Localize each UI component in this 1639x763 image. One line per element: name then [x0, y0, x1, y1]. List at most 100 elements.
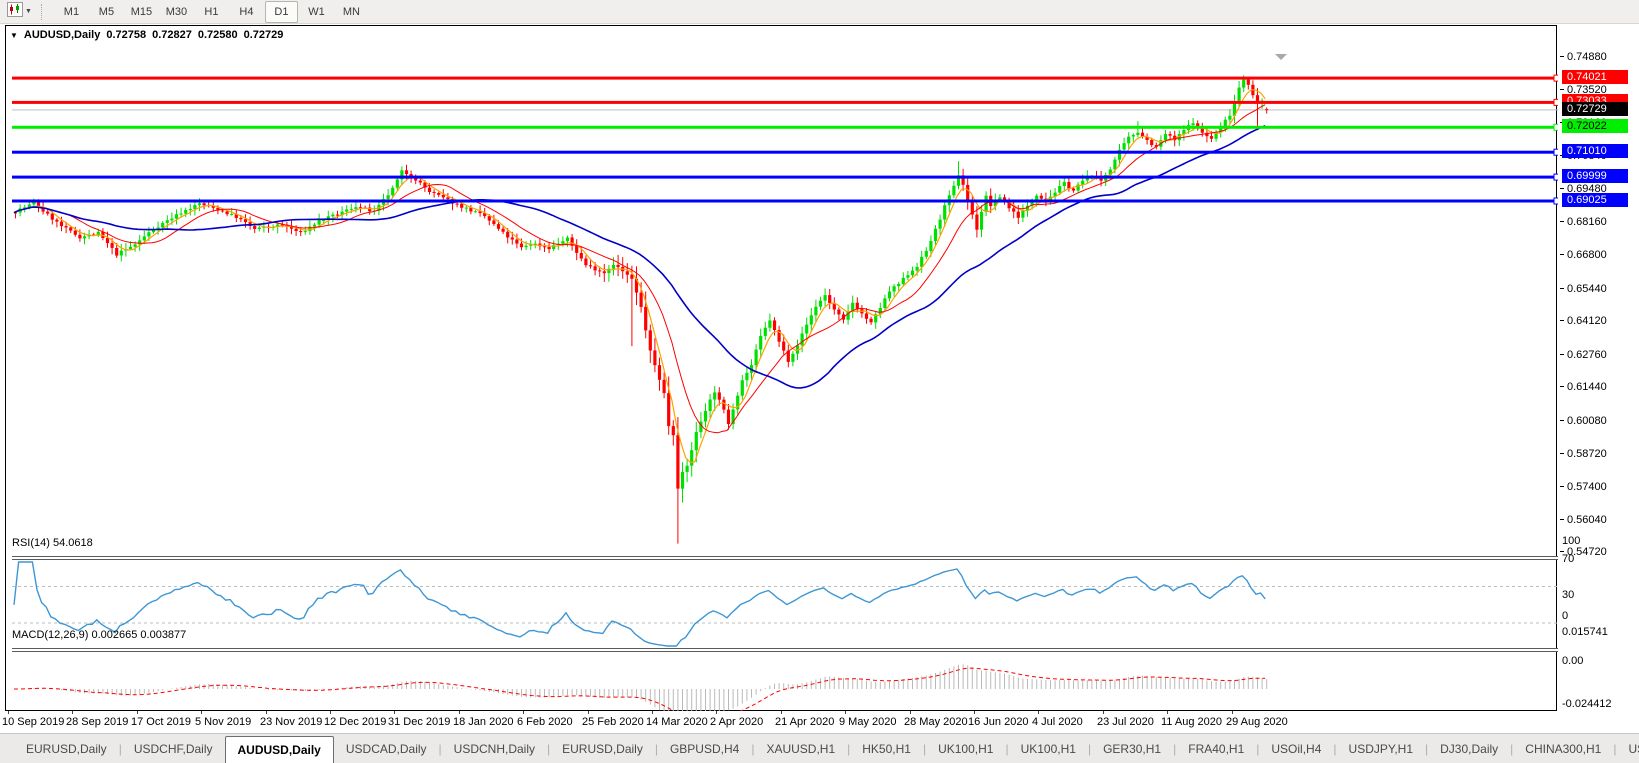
tab-gbpusd-h4[interactable]: GBPUSD,H4	[658, 734, 751, 763]
rsi-indicator-label: RSI(14) 54.0618	[12, 537, 93, 549]
timeframe-button-w1[interactable]: W1	[300, 1, 333, 23]
tab-hk50-h1[interactable]: HK50,H1	[850, 734, 923, 763]
tick-mark	[1560, 221, 1564, 222]
date-tick-mark	[974, 711, 975, 714]
rsi-scale-30: 30	[1562, 589, 1574, 602]
date-tick-mark	[1232, 711, 1233, 714]
tab-xauusd-h1[interactable]: XAUUSD,H1	[754, 734, 847, 763]
timeframe-button-m30[interactable]: M30	[160, 1, 193, 23]
tick-mark	[1560, 320, 1564, 321]
date-label-16-jun-2020: 16 Jun 2020	[968, 716, 1029, 728]
timeframe-button-m15[interactable]: M15	[125, 1, 158, 23]
tab-usdchf-daily[interactable]: USDCHF,Daily	[122, 734, 225, 763]
chevron-down-icon[interactable]: ▼	[25, 8, 32, 15]
level-badge-0.72022: 0.72022	[1562, 119, 1628, 133]
tab-eurusd-daily[interactable]: EURUSD,Daily	[550, 734, 655, 763]
timeframe-button-h1[interactable]: H1	[195, 1, 228, 23]
date-tick-mark	[266, 711, 267, 714]
ma-mid-line	[14, 105, 1265, 433]
tab-china300-h1[interactable]: CHINA300,H1	[1513, 734, 1613, 763]
chart-symbol-label: AUDUSD,Daily	[24, 29, 100, 41]
timeframe-button-d1[interactable]: D1	[265, 1, 298, 23]
tick-mark	[1560, 386, 1564, 387]
chart-menu-caret-icon[interactable]: ▼	[10, 31, 18, 40]
ohlc-high: 0.72827	[152, 29, 192, 41]
top-toolbar: ▼ M1M5M15M30H1H4D1W1MN	[0, 0, 1639, 24]
timeframe-button-m5[interactable]: M5	[90, 1, 123, 23]
tick-mark	[1560, 188, 1564, 189]
level-badge-0.71010: 0.71010	[1562, 144, 1628, 158]
date-label-5-nov-2019: 5 Nov 2019	[195, 716, 251, 728]
date-axis[interactable]: 10 Sep 201928 Sep 201917 Oct 2019 5 Nov 2…	[5, 711, 1557, 733]
price-pane[interactable]	[12, 52, 1563, 556]
date-tick-mark	[394, 711, 395, 714]
date-label-12-dec-2019: 12 Dec 2019	[324, 716, 386, 728]
current-price-line	[12, 109, 1563, 110]
tab-usdcad-daily[interactable]: USDCAD,Daily	[334, 734, 439, 763]
tab-usoil-h4[interactable]: USOil,H4	[1259, 734, 1333, 763]
date-label-10-sep-2019: 10 Sep 2019	[2, 716, 64, 728]
ohlc-low: 0.72580	[198, 29, 238, 41]
date-label-28-sep-2019: 28 Sep 2019	[66, 716, 128, 728]
date-label-4-jul-2020: 4 Jul 2020	[1032, 716, 1083, 728]
date-tick-mark	[652, 711, 653, 714]
price-tick-0.60080: 0.60080	[1560, 414, 1607, 427]
rsi-pane[interactable]	[12, 560, 1563, 648]
tab-usdcnh-daily[interactable]: USDCNH,Daily	[442, 734, 547, 763]
tab-ger30-h1[interactable]: GER30,H1	[1091, 734, 1173, 763]
rsi-scale-70: 70	[1562, 553, 1574, 566]
level-line-0.71010[interactable]	[12, 149, 1563, 155]
candles-group	[14, 75, 1268, 543]
macd-scale-0.015741: 0.015741	[1562, 626, 1608, 639]
ohlc-open: 0.72758	[106, 29, 146, 41]
date-tick-mark	[1103, 711, 1104, 714]
toolbar-grip[interactable]	[41, 4, 46, 20]
date-label-9-may-2020: 9 May 2020	[839, 716, 896, 728]
level-line-0.73033[interactable]	[12, 99, 1563, 105]
date-tick-mark	[330, 711, 331, 714]
timeframe-button-m1[interactable]: M1	[55, 1, 88, 23]
price-tick-0.61440: 0.61440	[1560, 380, 1607, 393]
current-price-badge: 0.72729	[1562, 102, 1628, 116]
chart-title: ▼ AUDUSD,Daily 0.72758 0.72827 0.72580 0…	[10, 29, 283, 41]
level-line-0.74021[interactable]	[12, 75, 1563, 81]
price-scale[interactable]: 0.748800.735200.721600.708400.694800.681…	[1558, 25, 1639, 711]
date-tick-mark	[1167, 711, 1168, 714]
date-label-23-nov-2019: 23 Nov 2019	[260, 716, 322, 728]
macd-scale-0.00: 0.00	[1562, 655, 1583, 668]
tab-eurusd-daily[interactable]: EURUSD,Daily	[14, 734, 119, 763]
date-label-29-aug-2020: 29 Aug 2020	[1226, 716, 1288, 728]
date-label-17-oct-2019: 17 Oct 2019	[131, 716, 191, 728]
timeframe-button-mn[interactable]: MN	[335, 1, 368, 23]
tab-usoil-h1[interactable]: USOil,H1	[1616, 734, 1639, 763]
date-tick-mark	[8, 711, 9, 714]
price-tick-0.65440: 0.65440	[1560, 282, 1607, 295]
price-tick-0.57400: 0.57400	[1560, 480, 1607, 493]
tab-dj30-daily[interactable]: DJ30,Daily	[1428, 734, 1510, 763]
tab-fra40-h1[interactable]: FRA40,H1	[1176, 734, 1256, 763]
tick-mark	[1560, 420, 1564, 421]
tab-usdjpy-h1[interactable]: USDJPY,H1	[1337, 734, 1425, 763]
level-badge-0.69025: 0.69025	[1562, 193, 1628, 207]
tick-mark	[1560, 56, 1564, 57]
tab-uk100-h1[interactable]: UK100,H1	[1009, 734, 1088, 763]
timeframe-button-h4[interactable]: H4	[230, 1, 263, 23]
price-tick-0.66800: 0.66800	[1560, 248, 1607, 261]
tab-audusd-daily-active[interactable]: AUDUSD,Daily	[225, 736, 334, 763]
tick-mark	[1560, 354, 1564, 355]
chart-shift-triangle-icon	[1275, 54, 1287, 60]
level-line-0.69999[interactable]	[12, 174, 1563, 180]
price-tick-0.64120: 0.64120	[1560, 314, 1607, 327]
chart-type-button[interactable]: ▼	[4, 1, 35, 23]
date-tick-mark	[1038, 711, 1039, 714]
tab-uk100-h1[interactable]: UK100,H1	[926, 734, 1005, 763]
date-label-6-feb-2020: 6 Feb 2020	[517, 716, 573, 728]
date-tick-mark	[910, 711, 911, 714]
price-tick-0.58720: 0.58720	[1560, 447, 1607, 460]
level-line-0.72022[interactable]	[12, 124, 1563, 130]
ohlc-close: 0.72729	[244, 29, 284, 41]
chart-window[interactable]	[5, 25, 1557, 711]
tick-mark	[1560, 453, 1564, 454]
date-tick-mark	[781, 711, 782, 714]
level-line-0.69025[interactable]	[12, 198, 1563, 204]
